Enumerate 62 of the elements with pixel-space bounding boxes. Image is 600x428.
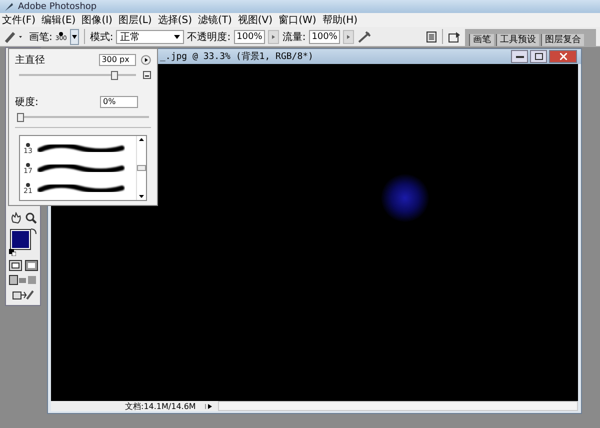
- minimize-button[interactable]: [511, 50, 528, 63]
- zoom-icon[interactable]: [24, 212, 36, 224]
- brush-dot-icon[interactable]: [26, 183, 30, 187]
- panel-menu-icon[interactable]: [141, 55, 151, 65]
- menu-item[interactable]: 文件(F): [2, 13, 36, 27]
- opacity-arrow-button[interactable]: [268, 30, 280, 44]
- brush-stroke-preview[interactable]: [37, 162, 125, 176]
- brush-dot-icon[interactable]: [26, 143, 30, 147]
- brush-dot-icon[interactable]: [26, 163, 30, 167]
- menu-item[interactable]: 选择(S): [158, 13, 192, 27]
- quick-mask-icon[interactable]: [24, 260, 38, 271]
- flow-arrow-button[interactable]: [343, 30, 354, 44]
- foreground-color-swatch[interactable]: [11, 230, 30, 249]
- hardness-label: 硬度:: [15, 96, 40, 109]
- scroll-down-icon[interactable]: [139, 195, 144, 198]
- caret-icon[interactable]: [174, 34, 180, 38]
- close-button[interactable]: [549, 50, 577, 63]
- maximize-icon[interactable]: [534, 53, 542, 60]
- maximize-button[interactable]: [530, 50, 547, 63]
- menu-item[interactable]: 图像(I): [82, 13, 112, 27]
- flow-field[interactable]: 100%: [308, 30, 340, 44]
- brush-stroke-preview[interactable]: [37, 182, 125, 196]
- arrow-icon[interactable]: [208, 404, 212, 408]
- menu-item[interactable]: 编辑(E): [42, 13, 76, 27]
- screen-mode-icons[interactable]: [9, 275, 37, 285]
- dropdown-arrow-button[interactable]: [70, 28, 79, 44]
- airbrush-icon[interactable]: [357, 30, 374, 44]
- scroll-up-icon[interactable]: [139, 138, 144, 141]
- menu-item[interactable]: 滤镜(T): [198, 13, 232, 27]
- opacity-label: 不透明度:: [187, 30, 231, 44]
- hardness-field[interactable]: 0%: [100, 96, 138, 108]
- brush-label: 画笔:: [29, 30, 52, 44]
- glowing-spot: [381, 174, 429, 222]
- default-colors-icon[interactable]: [9, 249, 16, 256]
- save-brush-icon[interactable]: [143, 71, 151, 79]
- brush-stroke-preview[interactable]: [37, 142, 125, 156]
- diameter-label: 主直径: [15, 54, 46, 67]
- palette-tab[interactable]: 工具预设: [496, 34, 539, 46]
- minimize-icon[interactable]: [516, 56, 524, 58]
- close-icon[interactable]: [560, 53, 566, 60]
- menu-item[interactable]: 帮助(H): [322, 13, 358, 27]
- menu-item[interactable]: 图层(L): [118, 13, 152, 27]
- file-browser-icon[interactable]: [448, 30, 462, 42]
- document-size-text: 文档:14.1M/14.6M: [125, 400, 197, 412]
- horizontal-scrollbar[interactable]: [218, 401, 578, 411]
- document-icon[interactable]: [426, 30, 437, 42]
- palette-tab[interactable]: 画笔: [469, 34, 494, 46]
- vertical-scrollbar[interactable]: [136, 136, 146, 200]
- jump-to-icon[interactable]: [12, 289, 34, 301]
- opacity-field[interactable]: 100%: [234, 30, 266, 44]
- menu-item[interactable]: 窗口(W): [278, 13, 316, 27]
- standard-mode-icon[interactable]: [8, 260, 22, 271]
- diameter-field[interactable]: 300 px: [98, 54, 136, 66]
- flow-label: 流量:: [282, 30, 306, 44]
- mode-dropdown[interactable]: 正常: [116, 30, 184, 44]
- palette-tab[interactable]: 图层复合: [541, 34, 584, 46]
- menu-item[interactable]: 视图(V): [238, 13, 273, 27]
- scroll-thumb[interactable]: [137, 165, 146, 171]
- window-title: Adobe Photoshop: [18, 2, 97, 12]
- mode-label: 模式:: [90, 30, 114, 44]
- document-title: _.jpg @ 33.3% (背景1, RGB/8*): [160, 50, 314, 63]
- caret-icon[interactable]: [72, 34, 77, 38]
